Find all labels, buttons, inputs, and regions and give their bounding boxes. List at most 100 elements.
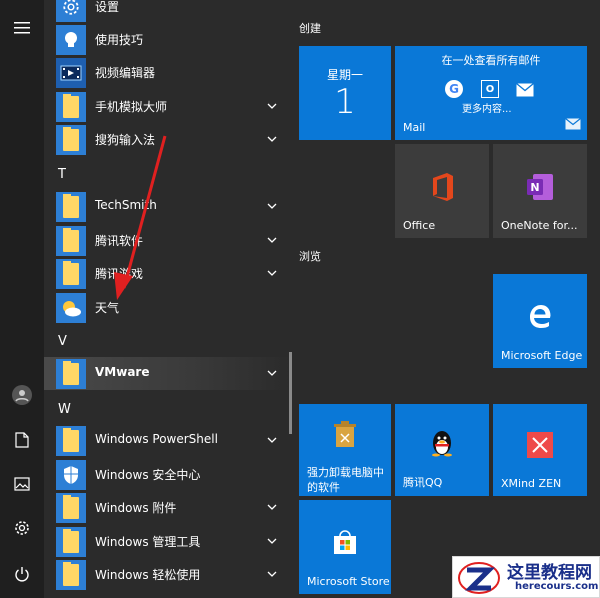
list-item-label: 视频编辑器 (95, 66, 156, 80)
folder-icon (56, 259, 86, 289)
chevron-down-icon[interactable] (266, 99, 278, 113)
hamburger-menu-button[interactable] (0, 8, 44, 48)
chevron-down-icon[interactable] (266, 500, 278, 514)
tile-name: Microsoft Edge (501, 349, 583, 362)
list-item[interactable]: 搜狗输入法 (44, 123, 290, 156)
list-item[interactable]: Windows 管理工具 (44, 525, 290, 558)
store-bag-icon (332, 530, 358, 560)
list-item[interactable]: Windows 附件 (44, 491, 290, 524)
chevron-down-icon[interactable] (266, 132, 278, 146)
list-item[interactable]: 腾讯游戏 (44, 257, 290, 290)
chevron-down-icon[interactable] (266, 199, 278, 213)
tile-name-line2: 的软件 (307, 481, 340, 494)
mail-headline: 在一处查看所有邮件 (441, 54, 541, 67)
svg-text:N: N (530, 181, 539, 194)
chevron-down-icon[interactable] (266, 433, 278, 447)
list-item[interactable]: Windows 轻松使用 (44, 558, 290, 591)
letter-header-v[interactable]: V (58, 334, 67, 349)
uninstall-tile[interactable]: 强力卸载电脑中 的软件 (299, 404, 391, 496)
edge-icon (526, 302, 554, 334)
video-editor-icon (56, 58, 86, 88)
calendar-day: 星期一 (326, 68, 363, 82)
mail-tile[interactable]: 在一处查看所有邮件 G O 更多内容... Mail (395, 46, 587, 140)
calendar-date: 1 (334, 82, 356, 122)
list-item[interactable]: 腾讯软件 (44, 224, 290, 257)
list-item[interactable]: TechSmith (44, 190, 290, 223)
documents-button[interactable] (0, 420, 44, 460)
group-title-create[interactable]: 创建 (299, 20, 321, 36)
folder-icon (56, 560, 86, 590)
list-item[interactable]: 视频编辑器 (44, 56, 290, 89)
watermark: 这里教程网 herecours.com (452, 556, 600, 598)
list-item[interactable]: Windows 安全中心 (44, 458, 290, 491)
tile-name: Mail (403, 121, 426, 134)
list-item-label: Windows 附件 (95, 501, 177, 515)
list-item-label: Windows PowerShell (95, 432, 218, 446)
list-item-label: 腾讯软件 (95, 234, 144, 248)
user-account-button[interactable] (0, 375, 44, 415)
user-icon (12, 385, 32, 405)
edge-tile[interactable]: Microsoft Edge (493, 274, 587, 368)
group-title-browse[interactable]: 浏览 (299, 248, 321, 264)
tips-lightbulb-icon (56, 25, 86, 55)
chevron-down-icon[interactable] (266, 567, 278, 581)
qq-penguin-icon (429, 428, 455, 462)
xmind-icon (527, 432, 553, 458)
xmind-tile[interactable]: XMind ZEN (493, 404, 587, 496)
shield-icon (56, 460, 86, 490)
gear-icon (15, 521, 29, 535)
mail-more: 更多内容... (462, 104, 512, 115)
office-tile[interactable]: Office (395, 144, 489, 238)
tile-name: Office (403, 219, 436, 232)
tile-name: 腾讯QQ (403, 476, 443, 489)
list-item-label: 使用技巧 (95, 33, 144, 47)
qq-tile[interactable]: 腾讯QQ (395, 404, 489, 496)
list-item[interactable]: 天气 (44, 291, 290, 324)
list-item[interactable]: 设置 (44, 0, 290, 23)
document-icon (15, 432, 29, 448)
google-icon: G (445, 80, 463, 98)
letter-header-t[interactable]: T (58, 167, 66, 182)
envelope-icon (516, 82, 534, 101)
power-icon (15, 567, 29, 582)
weather-icon (56, 293, 86, 323)
list-item-label: 腾讯游戏 (95, 267, 144, 281)
tile-name: XMind ZEN (501, 477, 562, 490)
settings-button[interactable] (0, 508, 44, 548)
folder-icon (56, 226, 86, 256)
list-item[interactable]: 使用技巧 (44, 23, 290, 56)
tile-name: Microsoft Store (307, 575, 390, 588)
hamburger-icon (14, 22, 30, 34)
outlook-icon: O (481, 80, 499, 98)
folder-icon (56, 125, 86, 155)
chevron-down-icon[interactable] (266, 233, 278, 247)
list-item-label: Windows 安全中心 (95, 468, 201, 482)
list-item[interactable]: 手机模拟大师 (44, 90, 290, 123)
chevron-down-icon[interactable] (266, 266, 278, 280)
list-item-selected[interactable]: VMware (44, 357, 290, 390)
onenote-tile[interactable]: N OneNote for... (493, 144, 587, 238)
list-item-label: 设置 (95, 0, 120, 14)
app-list: 设置 使用技巧 视频编辑器 手机模拟大师 搜狗输入法 T TechSmith 腾… (44, 0, 290, 598)
folder-icon (56, 92, 86, 122)
chevron-down-icon[interactable] (266, 366, 278, 380)
start-rail (0, 0, 44, 598)
tiles-area: 创建 星期一 1 在一处查看所有邮件 G O 更多内容... Mail Offi… (290, 0, 600, 598)
watermark-url: herecours.com (515, 581, 599, 592)
list-item-label: Windows 管理工具 (95, 535, 201, 549)
list-item-label: 天气 (95, 301, 120, 315)
store-tile[interactable]: Microsoft Store (299, 500, 391, 594)
folder-icon (56, 359, 86, 389)
list-item[interactable]: Windows PowerShell (44, 424, 290, 457)
power-button[interactable] (0, 554, 44, 594)
tile-name: OneNote for... (501, 219, 578, 232)
calendar-tile[interactable]: 星期一 1 (299, 46, 391, 140)
tile-name-line1: 强力卸载电脑中 (307, 466, 384, 479)
letter-header-w[interactable]: W (58, 402, 71, 417)
folder-icon (56, 426, 86, 456)
folder-icon (56, 192, 86, 222)
trash-icon (333, 420, 357, 452)
pictures-button[interactable] (0, 464, 44, 504)
watermark-title: 这里教程网 (507, 563, 592, 583)
chevron-down-icon[interactable] (266, 534, 278, 548)
